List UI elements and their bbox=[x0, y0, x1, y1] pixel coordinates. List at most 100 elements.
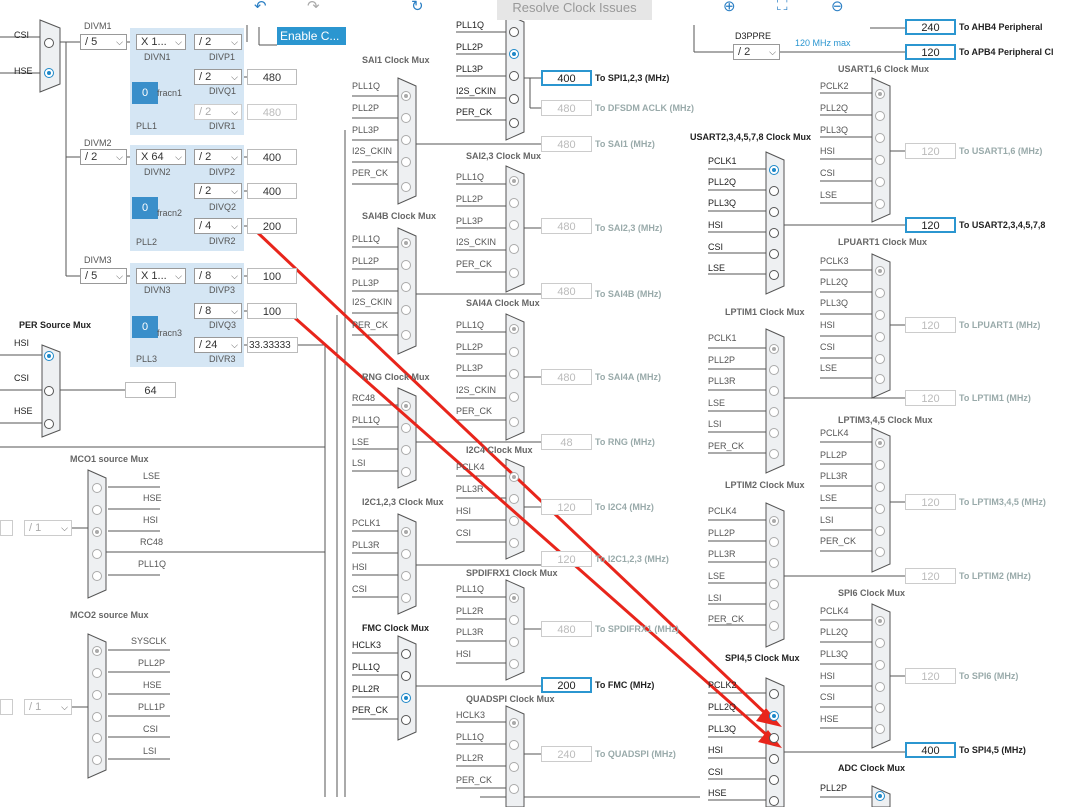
lptim345-radio-2[interactable] bbox=[875, 482, 885, 492]
divq1-output[interactable]: 480 bbox=[247, 69, 297, 85]
qspi-radio-2[interactable] bbox=[509, 762, 519, 772]
per-radio-csi[interactable] bbox=[44, 386, 54, 396]
zoom-out-icon[interactable]: ⊖ bbox=[831, 0, 844, 15]
sai23-radio-0[interactable] bbox=[509, 176, 519, 186]
spi6-radio-0[interactable] bbox=[875, 616, 885, 626]
qspi-radio-3[interactable] bbox=[509, 784, 519, 794]
sai4a-radio-3[interactable] bbox=[509, 392, 519, 402]
divr1-select[interactable]: / 2 ⌵ bbox=[194, 104, 242, 120]
usart2-radio-3[interactable] bbox=[769, 228, 779, 238]
lpuart-radio-1[interactable] bbox=[875, 288, 885, 298]
per-ck-output[interactable]: 64 bbox=[125, 382, 176, 398]
usart2-radio-4[interactable] bbox=[769, 249, 779, 259]
sai1-radio-2[interactable] bbox=[401, 135, 411, 145]
lptim1-radio-1[interactable] bbox=[769, 365, 779, 375]
spi6-radio-1[interactable] bbox=[875, 638, 885, 648]
spi6-radio-2[interactable] bbox=[875, 660, 885, 670]
rng-output[interactable]: 48 bbox=[541, 434, 592, 450]
spi45-output[interactable]: 400 bbox=[905, 742, 956, 758]
lptim2-radio-5[interactable] bbox=[769, 621, 779, 631]
fmc-radio-2[interactable] bbox=[401, 693, 411, 703]
mco1-radio-hse[interactable] bbox=[92, 505, 102, 515]
ahb4-output[interactable]: 240 bbox=[905, 19, 956, 35]
spi123-radio-2[interactable] bbox=[509, 71, 519, 81]
sai4a-radio-1[interactable] bbox=[509, 347, 519, 357]
lptim345-radio-1[interactable] bbox=[875, 460, 885, 470]
divq2-output[interactable]: 400 bbox=[247, 183, 297, 199]
lpuart-radio-3[interactable] bbox=[875, 332, 885, 342]
lptim2-output[interactable]: 120 bbox=[905, 568, 956, 584]
sai23-radio-2[interactable] bbox=[509, 220, 519, 230]
divr3-select[interactable]: / 24 ⌵ bbox=[194, 337, 242, 353]
lptim2-radio-0[interactable] bbox=[769, 516, 779, 526]
usart2-radio-2[interactable] bbox=[769, 207, 779, 217]
spdif-radio-2[interactable] bbox=[509, 637, 519, 647]
sai4b-radio-3[interactable] bbox=[401, 305, 411, 315]
fmc-output[interactable]: 200 bbox=[541, 677, 592, 693]
spi6-radio-5[interactable] bbox=[875, 724, 885, 734]
lpuart-output[interactable]: 120 bbox=[905, 317, 956, 333]
lptim1-radio-3[interactable] bbox=[769, 407, 779, 417]
usart16-radio-0[interactable] bbox=[875, 89, 885, 99]
rng-radio-3[interactable] bbox=[401, 467, 411, 477]
lptim345-radio-0[interactable] bbox=[875, 438, 885, 448]
sai1-radio-1[interactable] bbox=[401, 113, 411, 123]
lptim2-radio-4[interactable] bbox=[769, 600, 779, 610]
per-radio-hse[interactable] bbox=[44, 419, 54, 429]
spi6-output[interactable]: 120 bbox=[905, 668, 956, 684]
usart16-output[interactable]: 120 bbox=[905, 143, 956, 159]
sai4a-radio-4[interactable] bbox=[509, 417, 519, 427]
resolve-clock-issues-button[interactable]: Resolve Clock Issues bbox=[497, 0, 652, 20]
spdif-radio-3[interactable] bbox=[509, 659, 519, 669]
spi6-radio-3[interactable] bbox=[875, 682, 885, 692]
sai23-radio-3[interactable] bbox=[509, 244, 519, 254]
mco1-output[interactable] bbox=[0, 520, 13, 536]
divp3-output[interactable]: 100 bbox=[247, 268, 297, 284]
spi123-radio-1[interactable] bbox=[509, 49, 519, 59]
lptim2-radio-1[interactable] bbox=[769, 537, 779, 547]
spi45-radio-1[interactable] bbox=[769, 711, 779, 721]
divn3-select[interactable]: X 1... ⌵ bbox=[136, 268, 186, 284]
fmc-radio-1[interactable] bbox=[401, 671, 411, 681]
dfsdm-output[interactable]: 480 bbox=[541, 100, 592, 116]
mco2-radio-hse[interactable] bbox=[92, 690, 102, 700]
mco1-radio-hsi[interactable] bbox=[92, 527, 102, 537]
pll-src-radio-csi[interactable] bbox=[44, 38, 54, 48]
divn1-select[interactable]: X 1... ⌵ bbox=[136, 34, 186, 50]
usart16-radio-5[interactable] bbox=[875, 199, 885, 209]
i2c123-radio-1[interactable] bbox=[401, 549, 411, 559]
rng-radio-2[interactable] bbox=[401, 445, 411, 455]
i2c123-radio-0[interactable] bbox=[401, 527, 411, 537]
divp3-select[interactable]: / 8 ⌵ bbox=[194, 268, 242, 284]
undo-icon[interactable]: ↶ bbox=[254, 0, 267, 15]
sai4b-output[interactable]: 480 bbox=[541, 283, 592, 299]
lpuart-radio-2[interactable] bbox=[875, 310, 885, 320]
usart16-radio-2[interactable] bbox=[875, 133, 885, 143]
lptim2-radio-2[interactable] bbox=[769, 558, 779, 568]
per-radio-hsi[interactable] bbox=[44, 351, 54, 361]
mco2-radio-pll1p[interactable] bbox=[92, 712, 102, 722]
qspi-radio-0[interactable] bbox=[509, 718, 519, 728]
i2c4-radio-1[interactable] bbox=[509, 494, 519, 504]
divn2-select[interactable]: X 64 ⌵ bbox=[136, 149, 186, 165]
i2c4-output[interactable]: 120 bbox=[541, 499, 592, 515]
mco2-radio-csi[interactable] bbox=[92, 733, 102, 743]
redo-icon[interactable]: ↷ bbox=[307, 0, 320, 15]
sai23-radio-1[interactable] bbox=[509, 198, 519, 208]
divq3-select[interactable]: / 8 ⌵ bbox=[194, 303, 242, 319]
lptim1-radio-5[interactable] bbox=[769, 449, 779, 459]
enable-css-button[interactable]: Enable C... bbox=[277, 27, 346, 45]
mco1-radio-lse[interactable] bbox=[92, 483, 102, 493]
spi6-radio-4[interactable] bbox=[875, 703, 885, 713]
pll-src-radio-hse[interactable] bbox=[44, 68, 54, 78]
mco2-radio-pll2p[interactable] bbox=[92, 668, 102, 678]
sai1-radio-4[interactable] bbox=[401, 182, 411, 192]
divr3-output[interactable]: 33.33333 bbox=[247, 337, 298, 353]
spdif-output[interactable]: 480 bbox=[541, 621, 592, 637]
lptim345-radio-3[interactable] bbox=[875, 504, 885, 514]
sai4a-radio-2[interactable] bbox=[509, 369, 519, 379]
apb4-output[interactable]: 120 bbox=[905, 44, 956, 60]
rng-radio-1[interactable] bbox=[401, 423, 411, 433]
mco2-radio-sysclk[interactable] bbox=[92, 646, 102, 656]
sai1-radio-0[interactable] bbox=[401, 91, 411, 101]
